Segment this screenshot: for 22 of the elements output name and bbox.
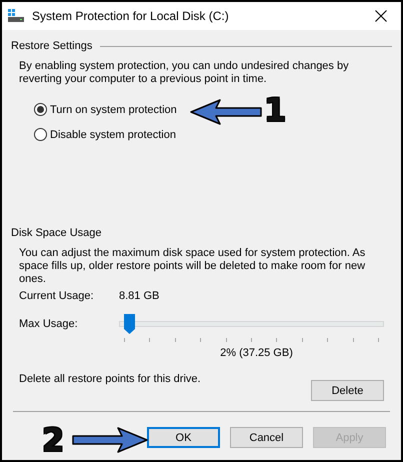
- radio-button[interactable]: [34, 128, 47, 141]
- field-label: Max Usage:: [19, 318, 79, 330]
- radio-label[interactable]: Disable system protection: [50, 128, 176, 140]
- slider-thumb[interactable]: [124, 314, 135, 334]
- group-title: Disk Space Usage: [11, 227, 102, 239]
- dialog-button[interactable]: Cancel: [230, 427, 303, 448]
- dialog-button[interactable]: OK: [147, 427, 220, 448]
- description-text: You can adjust the maximum disk space used for system protection. As space fills up, older restore points will be deleted to make room for new ones.: [19, 247, 366, 286]
- step-number: 1: [264, 94, 286, 126]
- delete-text: Delete all restore points for this drive.: [19, 373, 201, 385]
- usage-value: 8.81 GB: [119, 290, 160, 302]
- usage-reading: 2% (37.25 GB): [219, 347, 294, 359]
- arrow-annotation: [190, 99, 262, 125]
- field-label: Current Usage:: [19, 290, 95, 302]
- step-number: 2: [42, 424, 64, 456]
- window-title: System Protection for Local Disk (C:): [32, 9, 230, 23]
- drive-icon: [8, 9, 24, 23]
- delete-button[interactable]: Delete: [311, 380, 384, 401]
- radio-label[interactable]: Turn on system protection: [50, 104, 177, 116]
- group-title: Restore Settings: [11, 40, 92, 52]
- description-text: By enabling system protection, you can undo undesired changes by reverting your computer to a previous point in time.: [19, 60, 350, 86]
- radio-button[interactable]: [34, 103, 47, 116]
